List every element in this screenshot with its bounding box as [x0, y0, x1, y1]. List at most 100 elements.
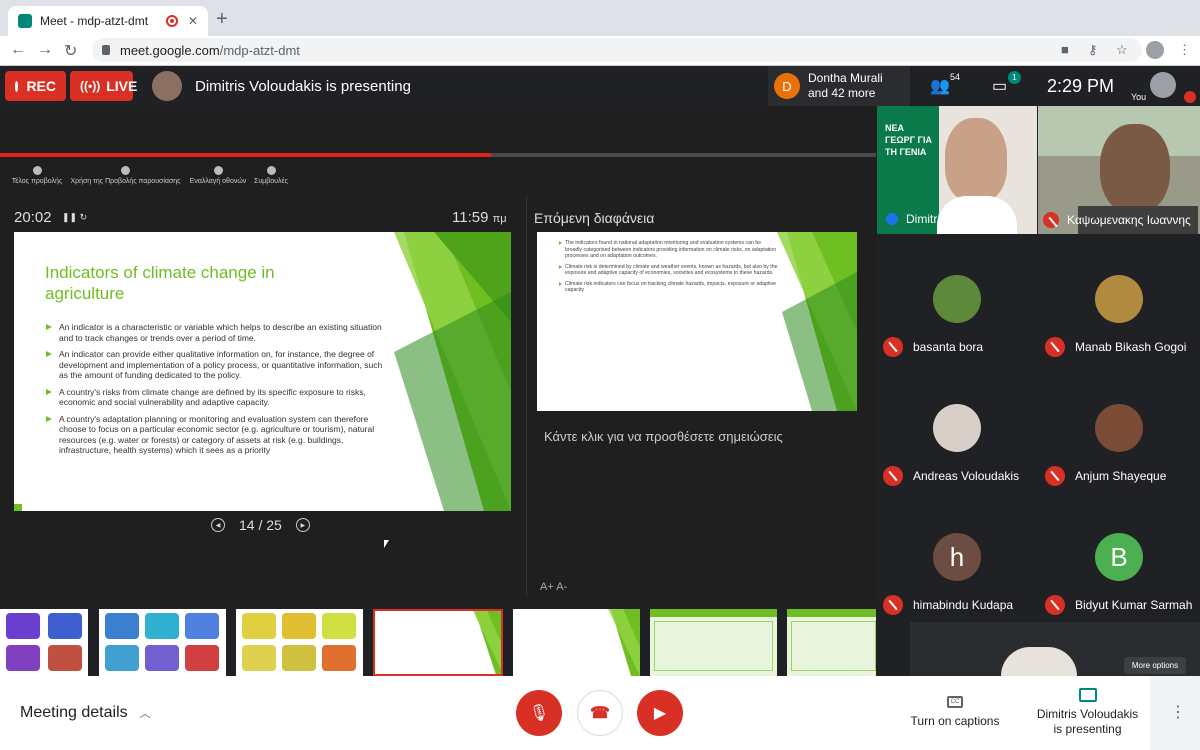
time-of-day: 11:59 πμ [452, 209, 507, 226]
live-broadcast-icon: ((•)) [80, 79, 101, 93]
other-participants-chip[interactable]: D Dontha Murali and 42 more [768, 66, 910, 106]
mouse-cursor-icon [384, 540, 389, 548]
progress-fill [0, 153, 491, 157]
speaker-notes-field[interactable]: Κάντε κλικ για να προσθέσετε σημειώσεις [544, 429, 783, 444]
rec-label: REC [26, 78, 56, 94]
meeting-details-button[interactable]: Meeting details ︿ [20, 704, 151, 722]
slide-counter: 14 / 25 [239, 517, 282, 533]
meet-favicon-icon [18, 14, 32, 28]
time-suffix: πμ [492, 213, 507, 225]
swap-displays-button[interactable]: Εναλλαγή οθονών [188, 166, 248, 185]
camera-toggle-button[interactable]: ▶ [637, 690, 683, 736]
tips-button[interactable]: Συμβουλές [252, 166, 290, 185]
participant-avatar [1095, 404, 1143, 452]
participant-tile-label[interactable]: basanta bora [883, 337, 983, 357]
slide-title: Indicators of climate change in agricult… [45, 263, 275, 303]
participant-tile-label[interactable]: Manab Bikash Gogoi [1045, 337, 1186, 357]
others-line1: Dontha Murali [808, 71, 883, 85]
slide-bullet: An indicator can provide either qualitat… [46, 349, 391, 381]
captions-button[interactable]: CC Turn on captions [905, 696, 1005, 728]
next-slide-bullet: Climate risk is determined by climate an… [559, 264, 779, 277]
browser-menu-icon[interactable]: ⋮ [1178, 42, 1191, 58]
more-options-icon[interactable]: ⋮ [1170, 702, 1186, 722]
current-slide: Indicators of climate change in agricult… [14, 232, 511, 511]
muted-icon [883, 595, 903, 615]
notes-font-size-controls[interactable]: A+ A- [540, 581, 567, 593]
leave-call-button[interactable]: ☎ [577, 690, 623, 736]
people-icon: 👥 [930, 78, 950, 95]
slide-bullet: A country's adaptation planning or monit… [46, 414, 391, 456]
you-label: You [1131, 92, 1147, 102]
star-icon[interactable]: ☆ [1116, 42, 1128, 58]
slide-thumbnail[interactable] [513, 609, 640, 676]
others-line2: and 42 more [808, 86, 876, 100]
url-field[interactable]: meet.google.com/mdp-atzt-dmt [92, 38, 1142, 62]
reload-icon[interactable]: ↻ [64, 41, 77, 61]
person-face [1100, 124, 1170, 214]
chat-button[interactable]: ▭ [992, 76, 1007, 96]
person-face [945, 118, 1007, 202]
presenting-line2: is presenting [1053, 722, 1122, 736]
url-domain: meet.google.com [120, 42, 220, 58]
video-tile-dimitris[interactable]: ΝΕΑ ΓΕΩΡΓ ΓΙΑ ΤΗ ΓΕΝΙΑ Dimitris Voloudak… [877, 106, 1037, 234]
participant-avatar [933, 404, 981, 452]
forward-icon[interactable]: → [37, 41, 53, 59]
participant-name: Bidyut Kumar Sarmah [1075, 598, 1193, 612]
participant-initial-avatar: B [1095, 533, 1143, 581]
elapsed-timer: 20:02 [14, 209, 52, 226]
participant-name: Καψωμενακης Ιωαννης [1067, 213, 1191, 227]
tab-title: Meet - mdp-atzt-dmt [40, 14, 149, 28]
slide-thumbnail[interactable] [236, 609, 363, 676]
slide-bullet: An indicator is a characteristic or vari… [46, 322, 391, 343]
presenting-status-button[interactable]: Dimitris Voloudakis is presenting [1030, 688, 1145, 737]
next-slide-icon[interactable]: ▶ [295, 518, 310, 532]
chat-icon: ▭ [992, 78, 1008, 95]
muted-icon [1045, 595, 1065, 615]
new-tab-icon[interactable]: + [216, 8, 228, 31]
videocam-off-icon: ▶ [653, 705, 667, 722]
participant-tile-label[interactable]: Bidyut Kumar Sarmah [1045, 595, 1192, 615]
next-slide-bullet: The indicators found in national adaptat… [559, 240, 779, 260]
browser-tab[interactable]: Meet - mdp-atzt-dmt ✕ [8, 6, 208, 36]
slide-thumbnail-current[interactable] [373, 609, 503, 676]
self-muted-icon [1184, 91, 1196, 103]
muted-icon [1043, 212, 1059, 228]
slide-thumbnail[interactable] [99, 609, 226, 676]
video-tile-kapsomenakis[interactable]: Καψωμενακης Ιωαννης [1038, 106, 1200, 234]
end-show-button[interactable]: Τέλος προβολής [8, 166, 66, 185]
slide-thumbnail[interactable] [650, 609, 777, 676]
mic-toggle-button[interactable]: 🎙︎ [516, 690, 562, 736]
time-value: 11:59 [452, 209, 489, 226]
pause-timer-icon[interactable]: ❚❚ ↻ [62, 212, 87, 223]
speaking-icon [886, 213, 898, 225]
key-icon[interactable]: ⚷ [1088, 42, 1098, 58]
use-presenter-view-button[interactable]: Χρήση της Προβολής παρουσίασης [68, 166, 183, 185]
self-view-avatar[interactable] [1150, 72, 1176, 98]
tab-close-icon[interactable]: ✕ [188, 14, 198, 28]
participant-tile-label[interactable]: Anjum Shayeque [1045, 466, 1166, 486]
present-screen-icon [1078, 688, 1097, 702]
meeting-clock: 2:29 PM [1047, 76, 1115, 96]
profile-avatar[interactable] [1146, 41, 1164, 59]
presenter-avatar [152, 71, 182, 101]
participant-name: basanta bora [913, 340, 984, 354]
camera-icon[interactable]: ■ [1061, 42, 1069, 57]
tool-label: Συμβουλές [254, 178, 288, 185]
chat-badge: 1 [1008, 71, 1021, 84]
participant-avatar [1095, 275, 1143, 323]
next-slide-preview[interactable]: The indicators found in national adaptat… [537, 232, 857, 411]
participant-label: Καψωμενακης Ιωαννης [1043, 212, 1191, 228]
back-icon[interactable]: ← [10, 41, 26, 59]
people-button[interactable]: 👥 54 [930, 72, 960, 96]
slide-navigation: ◀ 14 / 25 ▶ [211, 517, 310, 533]
mic-off-icon: 🎙︎ [528, 705, 550, 722]
participant-tile-label[interactable]: himabindu Kudapa [883, 595, 1013, 615]
previous-slide-icon[interactable]: ◀ [211, 518, 225, 532]
slide-thumbnail[interactable] [787, 609, 876, 676]
participant-name: Manab Bikash Gogoi [1075, 340, 1187, 354]
participant-tile-label[interactable]: Andreas Voloudakis [883, 466, 1019, 486]
live-badge: ((•)) LIVE [70, 71, 137, 101]
hangup-icon: ☎ [590, 705, 610, 722]
duplicate-icon [121, 166, 130, 175]
slide-thumbnail[interactable] [0, 609, 88, 676]
